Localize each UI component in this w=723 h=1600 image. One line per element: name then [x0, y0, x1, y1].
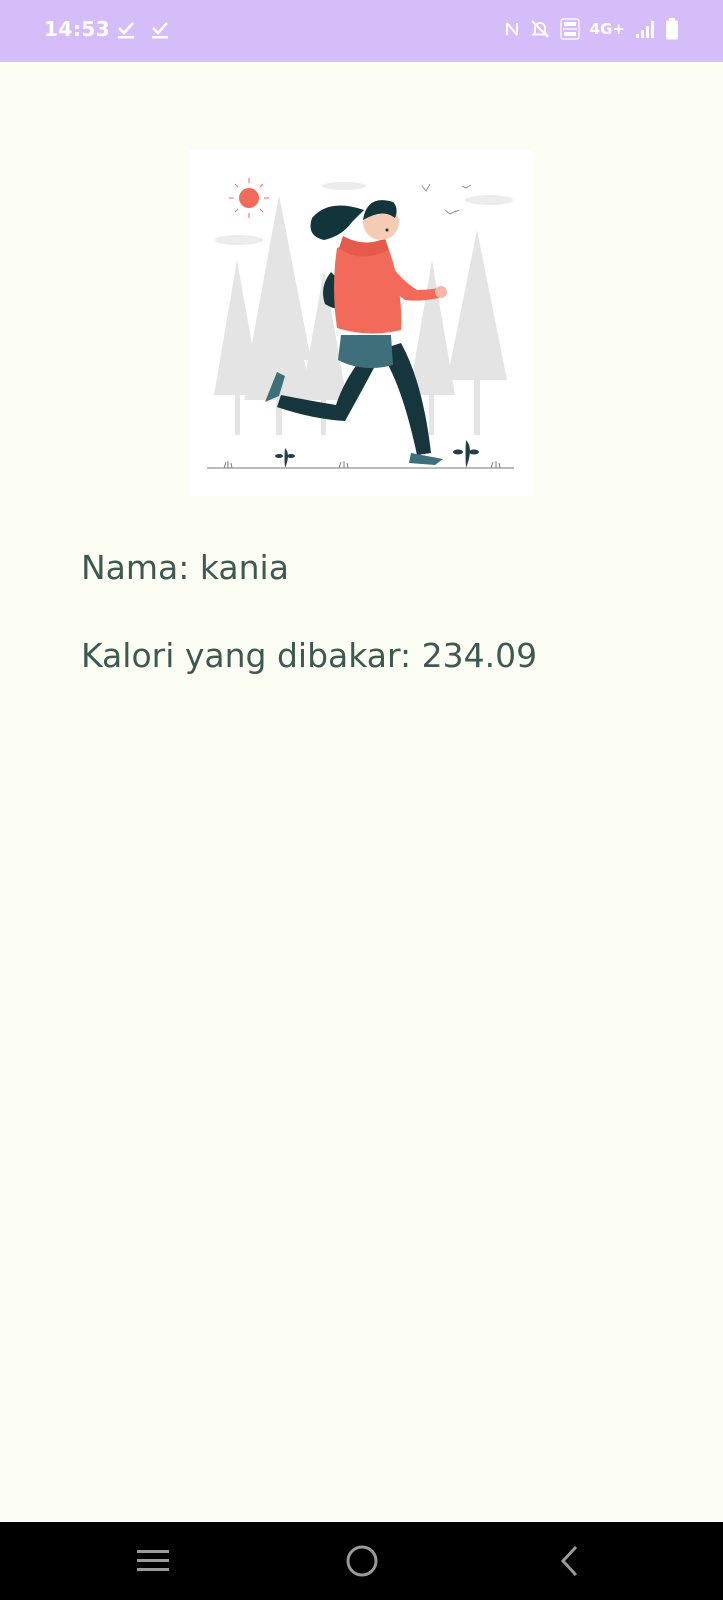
recent-apps-button[interactable]	[128, 1536, 178, 1586]
home-button[interactable]	[337, 1536, 387, 1586]
network-type: 4G+	[589, 20, 625, 38]
running-illustration	[189, 150, 532, 496]
sun-icon	[229, 178, 269, 218]
recent-apps-icon	[137, 1550, 169, 1571]
volte-icon	[560, 18, 580, 40]
calories-text: Kalori yang dibakar: 234.09	[81, 636, 538, 675]
status-time: 14:53	[44, 17, 111, 41]
back-button[interactable]	[545, 1536, 595, 1586]
download-done-icon	[116, 20, 136, 44]
signal-icon	[635, 19, 655, 39]
name-text: Nama: kania	[81, 548, 289, 587]
back-icon	[560, 1545, 578, 1577]
bell-muted-icon	[530, 19, 550, 39]
home-icon	[346, 1545, 378, 1577]
navigation-bar	[0, 1522, 723, 1600]
download-done-icon	[150, 20, 170, 44]
battery-icon	[665, 18, 679, 40]
system-status-icons: 4G+	[504, 18, 679, 40]
nfc-icon	[504, 19, 520, 39]
notification-icons	[116, 20, 170, 44]
status-bar: 14:53 4G+	[0, 0, 723, 62]
